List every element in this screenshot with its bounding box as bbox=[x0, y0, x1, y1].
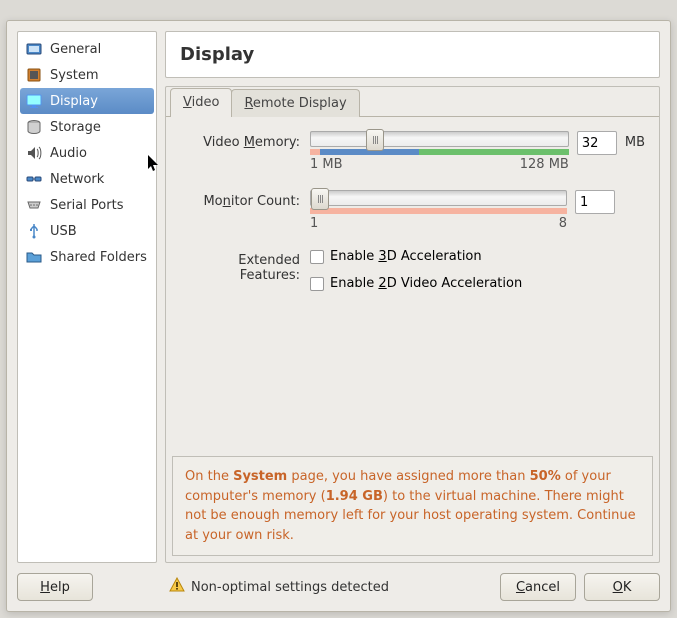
sidebar-item-label: Network bbox=[50, 172, 104, 187]
sidebar-item-shared-folders[interactable]: Shared Folders bbox=[20, 244, 154, 270]
settings-dialog: General System Display Storage Audio Net… bbox=[6, 20, 671, 612]
video-memory-min: 1 MB bbox=[310, 157, 343, 172]
usb-icon bbox=[26, 223, 42, 239]
page-title-box: Display bbox=[165, 31, 660, 78]
cancel-button[interactable]: Cancel bbox=[500, 573, 576, 601]
extended-features-row: Extended Features: Enable 3D Acceleratio… bbox=[180, 249, 645, 303]
warning-icon bbox=[169, 577, 185, 597]
video-memory-row: Video Memory: 1 MB 128 MB MB bbox=[180, 131, 645, 172]
serial-icon bbox=[26, 197, 42, 213]
enable-2d-row[interactable]: Enable 2D Video Acceleration bbox=[310, 276, 522, 291]
sidebar-item-general[interactable]: General bbox=[20, 36, 154, 62]
slider-thumb-icon[interactable] bbox=[366, 129, 384, 151]
sidebar-item-label: General bbox=[50, 42, 101, 57]
enable-3d-label: Enable 3D Acceleration bbox=[330, 249, 482, 264]
sidebar-item-system[interactable]: System bbox=[20, 62, 154, 88]
tab-video[interactable]: Video bbox=[170, 88, 232, 117]
enable-3d-row[interactable]: Enable 3D Acceleration bbox=[310, 249, 482, 264]
system-icon bbox=[26, 67, 42, 83]
category-sidebar: General System Display Storage Audio Net… bbox=[17, 31, 157, 563]
extended-features-label: Extended Features: bbox=[180, 249, 310, 283]
video-memory-label: Video Memory: bbox=[180, 131, 310, 150]
audio-icon bbox=[26, 145, 42, 161]
monitor-count-max: 8 bbox=[559, 216, 567, 231]
slider-thumb-icon[interactable] bbox=[311, 188, 329, 210]
storage-icon bbox=[26, 119, 42, 135]
sidebar-item-usb[interactable]: USB bbox=[20, 218, 154, 244]
sidebar-item-storage[interactable]: Storage bbox=[20, 114, 154, 140]
sidebar-item-audio[interactable]: Audio bbox=[20, 140, 154, 166]
monitor-count-input[interactable] bbox=[575, 190, 615, 214]
video-memory-input[interactable] bbox=[577, 131, 617, 155]
video-memory-slider[interactable] bbox=[310, 131, 569, 147]
sidebar-item-label: USB bbox=[50, 224, 77, 239]
sidebar-item-label: Audio bbox=[50, 146, 87, 161]
page-title: Display bbox=[180, 44, 645, 65]
warning-box: On the System page, you have assigned mo… bbox=[172, 456, 653, 556]
video-memory-max: 128 MB bbox=[520, 157, 569, 172]
ok-button[interactable]: OK bbox=[584, 573, 660, 601]
dialog-footer: Help Non-optimal settings detected Cance… bbox=[17, 563, 660, 601]
sidebar-item-display[interactable]: Display bbox=[20, 88, 154, 114]
video-memory-unit: MB bbox=[625, 131, 645, 150]
monitor-count-slider[interactable] bbox=[310, 190, 567, 206]
network-icon bbox=[26, 171, 42, 187]
monitor-count-label: Monitor Count: bbox=[180, 190, 310, 209]
sidebar-item-label: Storage bbox=[50, 120, 101, 135]
tab-bar: Video Remote Display bbox=[166, 87, 659, 117]
checkbox-icon[interactable] bbox=[310, 250, 324, 264]
tab-remote-display[interactable]: Remote Display bbox=[231, 89, 359, 117]
sidebar-item-label: Display bbox=[50, 94, 98, 109]
monitor-count-row: Monitor Count: 1 8 bbox=[180, 190, 645, 231]
help-button[interactable]: Help bbox=[17, 573, 93, 601]
folder-icon bbox=[26, 249, 42, 265]
sidebar-item-label: System bbox=[50, 68, 98, 83]
sidebar-item-serial-ports[interactable]: Serial Ports bbox=[20, 192, 154, 218]
enable-2d-label: Enable 2D Video Acceleration bbox=[330, 276, 522, 291]
status-message: Non-optimal settings detected bbox=[169, 577, 389, 597]
sidebar-item-label: Shared Folders bbox=[50, 250, 147, 265]
monitor-count-min: 1 bbox=[310, 216, 318, 231]
display-icon bbox=[26, 93, 42, 109]
sidebar-item-label: Serial Ports bbox=[50, 198, 123, 213]
checkbox-icon[interactable] bbox=[310, 277, 324, 291]
general-icon bbox=[26, 41, 42, 57]
sidebar-item-network[interactable]: Network bbox=[20, 166, 154, 192]
